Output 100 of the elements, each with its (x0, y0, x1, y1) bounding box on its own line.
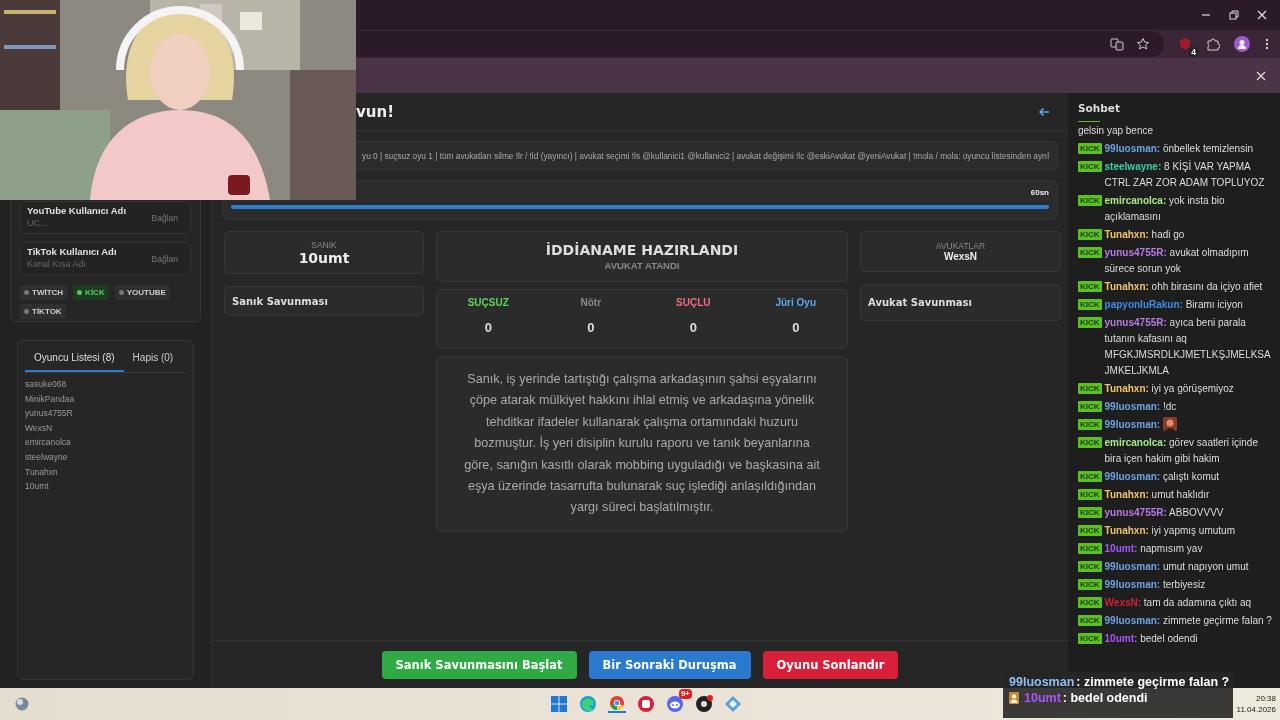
windows-start-icon[interactable] (550, 695, 568, 713)
chat-message: Tunahxn: ohh birasını da içiyo afiet (1104, 280, 1264, 294)
platform-badge: KICK (1078, 401, 1102, 412)
chat-message: gelsin yap bence (1078, 124, 1155, 138)
defendant-name: 10umt (298, 249, 350, 266)
platform-toggle[interactable]: KİCK (73, 285, 109, 300)
extension-badge: 4 (1189, 47, 1198, 57)
restore-icon[interactable] (1228, 9, 1240, 21)
platform-badge: KICK (1078, 471, 1102, 482)
tab[interactable]: Hapis (0) (123, 347, 183, 372)
player-name[interactable]: emircanolca (25, 435, 186, 450)
back-arrow-icon[interactable] (1038, 106, 1050, 117)
panel-title: Sanık Savunması (232, 295, 328, 307)
player-name[interactable]: 10umt (25, 479, 186, 494)
overlay-message: : zimmete geçirme falan ? (1076, 675, 1230, 689)
player-name[interactable]: MinikPandaa (25, 391, 186, 407)
player-name[interactable]: yunus4755R (25, 406, 186, 421)
platform-badge: KICK (1078, 525, 1102, 536)
vote-label: Nötr (580, 297, 602, 308)
platform-badge: KICK (1078, 489, 1102, 500)
close-icon[interactable] (1256, 70, 1266, 81)
overlay-username: 10umt (1024, 691, 1061, 705)
chrome-browser-icon[interactable] (608, 695, 626, 713)
panel-label: SANIK (311, 239, 337, 250)
platform-badge: KICK (1078, 247, 1102, 258)
chat-message: WexsN: tam da adamına çıktı aq (1104, 596, 1253, 610)
platform-badge: KICK (1078, 507, 1102, 518)
emote-icon (1163, 417, 1178, 431)
player-name[interactable]: steelwayne (25, 449, 186, 465)
chat-message: 99luosman: umut napıyon umut (1104, 560, 1250, 574)
chat-username[interactable]: 99luosman: (1104, 417, 1161, 433)
chat-message: yunus4755R: ABBOVVVV (1104, 506, 1225, 520)
vote-count: 0 (484, 320, 492, 335)
chat-message: Tunahxn: umut haklıdır (1104, 488, 1211, 502)
platform-badge: KICK (1078, 561, 1102, 572)
lawyer-name: WexsN (943, 251, 978, 262)
chat-message: 99luosman: çalıştı komut (1104, 470, 1221, 484)
widgets-icon[interactable] (14, 696, 30, 712)
discord-icon[interactable] (666, 695, 684, 713)
field-label: TikTok Kullanıcı Adı (27, 246, 118, 257)
platform-badge: KICK (1078, 419, 1102, 430)
platform-badge: KICK (1078, 161, 1102, 172)
user-icon (1009, 692, 1019, 704)
vote-count: 0 (689, 320, 697, 335)
platform-badge: KICK (1078, 143, 1102, 154)
input-field[interactable]: YouTube Kullanıcı Adı UC... Bağlan (20, 201, 191, 234)
notification-badge: 9+ (678, 689, 692, 699)
platform-toggle[interactable]: YOUTUBE (114, 285, 170, 300)
clock-time[interactable]: 20:38 (1236, 693, 1276, 704)
platform-badge: KICK (1078, 633, 1102, 644)
player-name[interactable]: Tunahxn (25, 464, 186, 480)
chat-message: 99luosman: terbiyesiz (1104, 578, 1207, 592)
chat-message: 99luosman: !dc (1104, 400, 1178, 414)
platform-badge: KICK (1078, 579, 1102, 590)
vote-count: 0 (587, 320, 595, 335)
menu-icon[interactable] (1264, 37, 1270, 51)
chat-message: 99luosman: zimmete geçirme falan ? (1104, 614, 1273, 628)
clock-date[interactable]: 11.04.2026 (1236, 704, 1276, 715)
translate-icon[interactable] (1110, 37, 1124, 51)
connect-button[interactable]: Bağlan (151, 253, 184, 264)
input-field[interactable]: TikTok Kullanıcı Adı Kanal Kısa Adı Bağlan (20, 242, 191, 275)
chat-message: 10umt: bedel odendi (1104, 632, 1199, 646)
platform-badge: KICK (1078, 317, 1102, 328)
vote-label: SUÇLU (676, 297, 711, 308)
action-button[interactable]: Sanık Savunmasını Başlat (381, 650, 577, 679)
platform-badge: KICK (1078, 299, 1102, 310)
dark-app-icon[interactable] (695, 695, 713, 713)
chat-message: 99luosman: önbellek temizlensin (1104, 142, 1254, 156)
star-icon[interactable] (1136, 37, 1150, 51)
chat-message: Tunahxn: iyi yapmış umutum (1104, 524, 1236, 538)
status-subtitle: AVUKAT ATANDI (604, 260, 680, 271)
platform-badge: KICK (1078, 615, 1102, 626)
chat-message: Tunahxn: iyi ya görüşemiyoz (1104, 382, 1235, 396)
page-title: vun! (356, 102, 394, 121)
platform-badge: KICK (1078, 229, 1102, 240)
player-name[interactable]: sasuke068 (25, 377, 186, 392)
platform-badge: KICK (1078, 383, 1102, 394)
action-button[interactable]: Bir Sonraki Duruşma (588, 650, 751, 679)
chat-message: papyonluRakun: Biramı iciyon (1104, 298, 1244, 312)
action-button[interactable]: Oyunu Sonlandır (762, 650, 899, 679)
platform-badge: KICK (1078, 281, 1102, 292)
status-title: İDDİANAME HAZIRLANDI (545, 242, 739, 258)
platform-badge: KICK (1078, 195, 1102, 206)
puzzle-icon[interactable] (1206, 37, 1220, 51)
platform-badge: KICK (1078, 437, 1102, 448)
platform-badge: KICK (1078, 597, 1102, 608)
app-icon[interactable] (637, 695, 655, 713)
connect-button[interactable]: Bağlan (151, 212, 184, 223)
close-icon[interactable] (1256, 9, 1268, 21)
platform-toggle[interactable]: TİKTOK (20, 304, 66, 319)
chat-message: 10umt: napmısım yav (1104, 542, 1204, 556)
tab[interactable]: Oyuncu Listesi (8) (25, 347, 124, 372)
player-name[interactable]: WexsN (25, 420, 186, 436)
commands-text: yu 0 | suçsuz oyu 1 | tüm avukatları silme !lr / !ld (yayıncı) | avukat seçimi !ls @kullanici1 @kullanici2 | avukat değişimi !lc @eskiAvukat @yeniAvukat | !mola / mola: oyuncu listesinden ayrıl (362, 150, 1049, 161)
platform-badge: KICK (1078, 543, 1102, 554)
timer-label: 60sn (1030, 188, 1049, 197)
panel-label: AVUKATLAR (935, 241, 986, 251)
platform-toggle[interactable]: TWİTCH (20, 285, 68, 300)
profile-avatar-icon[interactable] (1234, 36, 1250, 52)
indictment-text: Sanık, iş yerinde tartıştığı çalışma arkadaşının şahsi eşyalarını çöpe atarak mülkiyet hakkını ihlal etmiş ve arkadaşına yönelik tehditkar ifadeler kullanarak çalışma ortamındaki huzuru bozmuştur. İş yeri disiplin kurulu raporu ve tanık beyanlarına göre, sanığın kasıtlı olarak mobbing uyguladığı ve başkasına ait eşya üzerinde tasarrufta bulunarak suç işlediği anlaşıldığından yargı süreci başlatılmıştır. (463, 371, 821, 517)
